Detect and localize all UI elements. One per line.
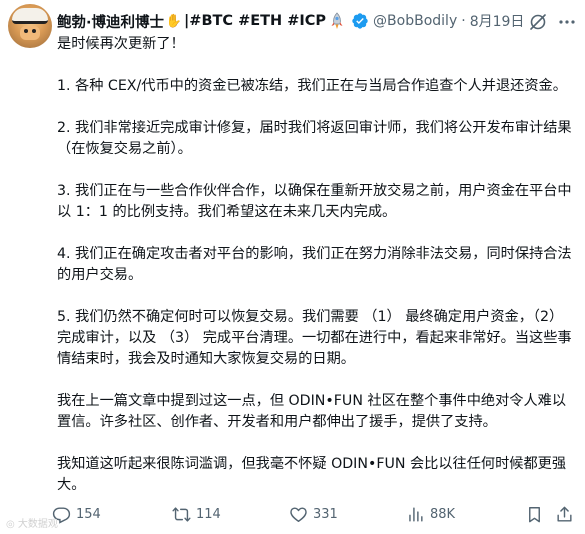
- post-header: 鲍勃·博迪利博士 ✋ |#BTC #ETH #ICP @BobBodily · …: [57, 10, 524, 32]
- avatar-face: [20, 26, 40, 40]
- watermark: ◎ 大数据观: [6, 515, 58, 530]
- avatar-eye: [32, 29, 36, 33]
- author-handle[interactable]: @BobBodily: [373, 13, 457, 29]
- verified-badge-icon: [352, 13, 368, 29]
- watermark-text: 大数据观: [17, 519, 58, 530]
- action-bar: 154 114 331 88K: [52, 501, 578, 529]
- reply-count: 154: [76, 507, 101, 522]
- more-options-icon[interactable]: [557, 12, 577, 32]
- post-paragraph: 3. 我们正在与一些合作伙伴合作，以确保在重新开放交易之前，用户资金在平台中以 …: [57, 183, 572, 220]
- post-paragraph: 2. 我们非常接近完成审计修复，届时我们将返回审计师，我们将公开发布审计结果（在…: [57, 120, 572, 157]
- waving-hand-icon: ✋: [165, 13, 183, 29]
- views-count: 88K: [430, 507, 456, 522]
- avatar-hat: [12, 8, 48, 24]
- views-button[interactable]: 88K: [406, 505, 455, 524]
- repost-icon: [172, 507, 191, 522]
- like-button[interactable]: 331: [289, 505, 338, 524]
- bookmark-icon: [529, 507, 540, 523]
- post-paragraph: 1. 各种 CEX/代币中的资金已被冻结，我们正在与当局合作追查个人并退还资金。: [57, 78, 567, 94]
- reply-button[interactable]: 154: [52, 505, 101, 524]
- like-count: 331: [313, 507, 338, 522]
- author-tags[interactable]: |#BTC #ETH #ICP: [184, 13, 326, 29]
- heart-icon: [290, 507, 307, 522]
- repost-button[interactable]: 114: [172, 505, 221, 524]
- post-paragraph: 5. 我们仍然不确定何时可以恢复交易。我们需要 （1） 最终确定用户资金，（2）…: [57, 309, 572, 367]
- post-paragraph: 我在上一篇文章中提到过这一点，但 ODIN•FUN 社区在整个事件中绝对令人难以…: [57, 393, 567, 430]
- watermark-icon: ◎: [6, 519, 18, 530]
- bookmark-button[interactable]: [525, 505, 544, 524]
- avatar[interactable]: [8, 4, 52, 48]
- separator-dot: ·: [461, 13, 466, 29]
- post-paragraph: 我知道这听起来很陈词滥调，但我毫不怀疑 ODIN•FUN 会比以往任何时候都更强…: [57, 456, 567, 493]
- repost-count: 114: [196, 507, 221, 522]
- grok-icon[interactable]: [528, 12, 548, 32]
- share-icon: [557, 506, 572, 522]
- post-date[interactable]: 8月19日: [470, 11, 525, 31]
- views-icon: [409, 507, 423, 522]
- post-paragraph: 4. 我们正在确定攻击者对平台的影响，我们正在努力消除非法交易，同时保持合法的用…: [57, 246, 572, 283]
- rocket-icon: [331, 12, 343, 29]
- share-button[interactable]: [555, 505, 574, 524]
- post-paragraph: 是时候再次更新了！: [57, 36, 185, 52]
- avatar-eye: [24, 29, 28, 33]
- author-name[interactable]: 鲍勃·博迪利博士: [57, 11, 164, 32]
- post-body: 是时候再次更新了！ 1. 各种 CEX/代币中的资金已被冻结，我们正在与当局合作…: [57, 34, 575, 496]
